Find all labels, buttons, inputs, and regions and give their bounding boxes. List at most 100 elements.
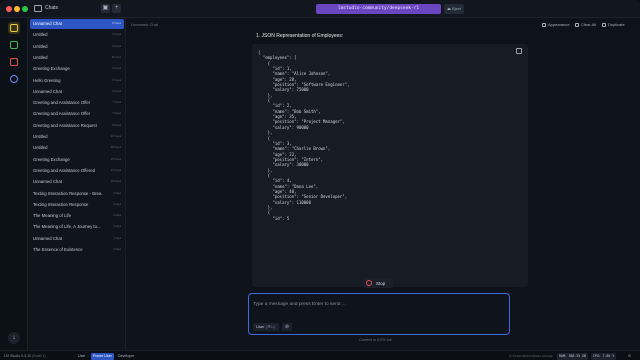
- chat-list-item[interactable]: Greeting Exchange 6 hours: [30, 64, 124, 74]
- chat-list-item-title: Greeting and Assistance Offered: [33, 167, 96, 173]
- chat-list-item-title: Texting Interaction Response: [33, 201, 89, 207]
- code-content: { "employees": [ { "id": 1, "name": "Ali…: [258, 50, 350, 221]
- eject-label: Eject: [451, 6, 461, 11]
- status-bar: LM Studio 0.3.10 (Build 1) User Power Us…: [0, 350, 640, 360]
- chat-list-item[interactable]: Greeting and Assistance Offer 7 hours: [30, 98, 124, 108]
- chat-list-item[interactable]: Greeting and Assistance Offer 7 hours: [30, 109, 124, 119]
- chat-list-item-date: 15 hours: [110, 168, 121, 172]
- model-selector[interactable]: lmstudio-community/deepseek-r1: [316, 4, 441, 14]
- copy-code-icon[interactable]: [516, 48, 522, 54]
- toggle-sidebar-icon[interactable]: [34, 5, 42, 12]
- close-window-button[interactable]: [6, 6, 12, 12]
- chat-list-item[interactable]: Hello Greeting 6 hours: [30, 76, 124, 86]
- settings-gear-icon[interactable]: ⚙: [628, 354, 631, 358]
- chat-list-item-title: Greeting and Assistance Offer: [33, 111, 91, 117]
- chat-list-item[interactable]: Unnamed Chat 2 days: [30, 234, 124, 244]
- mode-user-button[interactable]: User: [76, 353, 88, 360]
- chat-list-item[interactable]: The Meaning of Life, A Journey to... 2 da…: [30, 222, 124, 232]
- chat-list: Unnamed Chat 6 hours Untitled 6 hours Untitl…: [28, 18, 126, 350]
- new-folder-icon[interactable]: ▣: [101, 4, 110, 13]
- rail-models-button[interactable]: [8, 56, 20, 68]
- chat-list-item-title: The Meaning of Life, A Journey to...: [33, 224, 101, 230]
- message-heading: 1. JSON Representation of Employees:: [256, 33, 344, 39]
- chat-list-item-title: Untitled: [33, 134, 48, 139]
- chat-list-item-date: 2 days: [113, 202, 121, 206]
- chat-list-item[interactable]: Untitled 6 hours: [30, 30, 124, 40]
- message-composer: User (⌘U) ⊘: [248, 293, 510, 335]
- rail-discover-button[interactable]: [8, 73, 20, 85]
- app-version: LM Studio 0.3.10 (Build 1): [4, 353, 46, 358]
- chat-list-item[interactable]: The Essence of Existence 2 days: [30, 245, 124, 255]
- terminal-icon: [10, 41, 18, 49]
- system-resources-label: SYSTEM RESOURCES USAGE:: [509, 353, 554, 358]
- chat-list-item-date: 2 days: [113, 236, 121, 240]
- chat-list-item[interactable]: Greeting Exchange 15 hours: [30, 155, 124, 165]
- chat-list-item[interactable]: Texting Interaction Response - Brea... 2 …: [30, 189, 124, 199]
- left-rail: ↓: [0, 18, 28, 350]
- chat-list-item[interactable]: Unnamed Chat 26 hours: [30, 177, 124, 187]
- chat-list-item[interactable]: Unnamed Chat 6 hours: [30, 19, 124, 29]
- role-selector[interactable]: User (⌘U): [253, 323, 279, 331]
- eject-model-button[interactable]: ⏏ Eject: [444, 4, 464, 14]
- chat-list-item-date: 2 days: [113, 214, 121, 218]
- duplicate-button[interactable]: Duplicate: [602, 22, 625, 27]
- message-input[interactable]: [253, 300, 503, 308]
- code-line: "id": 5: [258, 215, 290, 221]
- chat-list-item[interactable]: Greeting and Assistance Offered 15 hours: [30, 166, 124, 176]
- rail-developer-button[interactable]: [8, 39, 20, 51]
- chat-list-item-title: Untitled: [33, 32, 48, 38]
- code-block: { "employees": [ { "id": 1, "name": "Ali…: [252, 44, 528, 287]
- chat-list-item[interactable]: Texting Interaction Response 2 days: [30, 200, 124, 210]
- chat-list-item-date: 7 hours: [112, 101, 121, 105]
- chat-list-item-title: Greeting Exchange: [33, 66, 70, 72]
- chat-list-item[interactable]: The Meaning of Life 2 days: [30, 211, 124, 221]
- chat-list-item-title: Texting Interaction Response - Brea...: [33, 190, 103, 196]
- chat-list-item-title: Greeting Exchange: [33, 156, 70, 162]
- appearance-button[interactable]: Appearance: [542, 22, 570, 27]
- minimize-window-button[interactable]: [14, 6, 20, 12]
- chat-icon: [10, 24, 18, 32]
- chat-list-item[interactable]: Greeting and Assistance Request 8 hours: [30, 121, 124, 131]
- app-window: Chats ▣ + lmstudio-community/deepseek-r1…: [0, 0, 640, 360]
- mode-power-user-button[interactable]: Power User: [91, 352, 114, 360]
- chat-list-item-title: Unnamed Chat: [33, 235, 62, 241]
- chat-list-item-date: 7 hours: [112, 112, 121, 116]
- chat-list-item-title: The Meaning of Life: [33, 213, 71, 219]
- chat-list-item-date: 6 hours: [112, 89, 121, 93]
- chat-list-item-title: Greeting and Assistance Offer: [33, 100, 91, 106]
- new-chat-button[interactable]: +: [112, 4, 121, 13]
- cpu-usage: CPU: 7.00 %: [591, 352, 617, 360]
- chat-list-item-title: Unnamed Chat: [33, 179, 62, 185]
- chat-list-item-date: 6 hours: [112, 33, 121, 37]
- chat-list-item-date: 26 hours: [110, 180, 121, 184]
- mode-developer-button[interactable]: Developer: [116, 353, 136, 360]
- clear-all-button[interactable]: Clear All: [575, 22, 596, 27]
- chat-list-item-title: Unnamed Chat: [33, 88, 62, 94]
- rail-chat-button[interactable]: [8, 22, 20, 34]
- context-usage: Context is 0.0% full: [359, 338, 392, 342]
- chat-list-item[interactable]: Untitled 6 hours: [30, 42, 124, 52]
- chat-list-item-title: Hello Greeting: [33, 77, 61, 83]
- chat-list-item[interactable]: Untitled 48 hours: [30, 143, 124, 153]
- stop-label: Stop: [376, 280, 386, 286]
- chat-list-item-date: 2 days: [113, 225, 121, 229]
- chat-list-item[interactable]: Unnamed Chat 6 hours: [30, 87, 124, 97]
- chat-list-item[interactable]: Untitled 40 mins: [30, 53, 124, 63]
- attach-file-icon[interactable]: ⊘: [282, 323, 292, 331]
- chat-list-item-title: Untitled: [33, 43, 48, 49]
- ram-usage: RAM: 368.35 GB: [557, 352, 588, 360]
- chat-list-item-date: 6 hours: [112, 78, 121, 82]
- chat-list-item-title: Untitled: [33, 54, 48, 60]
- chat-list-item-date: 15 hours: [110, 157, 121, 161]
- chat-list-item[interactable]: Untitled 10 hours: [30, 132, 124, 142]
- chat-list-item-title: Greeting and Assistance Request: [33, 122, 97, 128]
- stop-generation-button[interactable]: Stop: [363, 278, 393, 288]
- download-icon[interactable]: ↓: [8, 332, 20, 344]
- zoom-window-button[interactable]: [22, 6, 28, 12]
- appearance-icon: [542, 22, 546, 27]
- chat-list-item-title: Untitled: [33, 145, 48, 151]
- role-shortcut: (⌘U): [265, 324, 276, 329]
- search-icon: [10, 75, 18, 83]
- chat-list-item-date: 6 hours: [112, 67, 121, 71]
- chat-list-item-date: 8 hours: [112, 123, 121, 127]
